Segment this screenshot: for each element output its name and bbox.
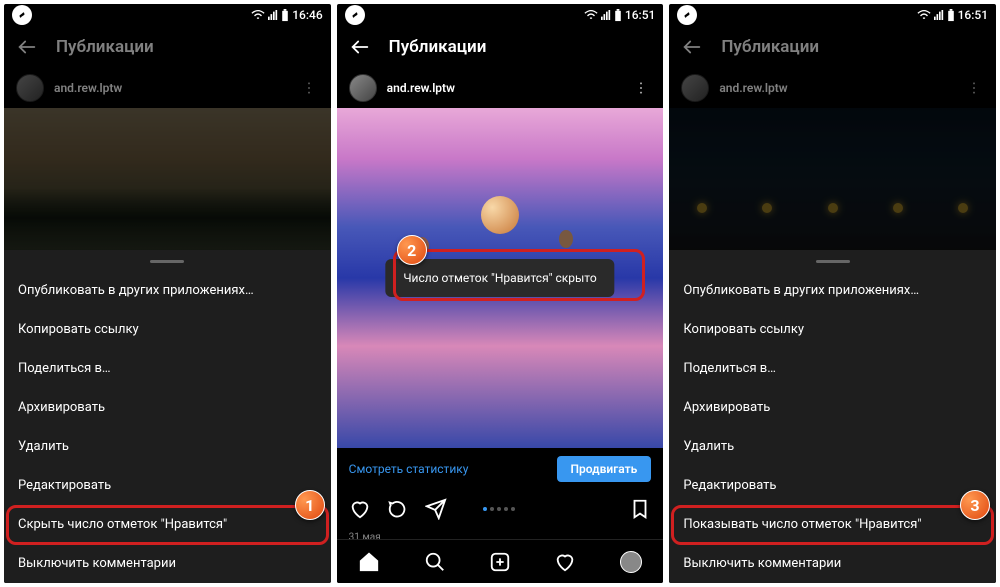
- battery-icon: [281, 9, 289, 22]
- toast-message: Число отметок "Нравится" скрыто: [385, 259, 614, 297]
- menu-copy-link[interactable]: Копировать ссылку: [4, 310, 331, 349]
- badge-3: 3: [960, 490, 990, 520]
- app-header: Публикации: [4, 26, 331, 68]
- page-title: Публикации: [56, 37, 154, 57]
- status-icons: 16:46: [251, 8, 322, 22]
- more-icon[interactable]: [964, 78, 984, 98]
- back-button[interactable]: [349, 36, 371, 58]
- phone-screen-2: 16:51 Публикации and.rew.lptw Число отме…: [337, 4, 664, 583]
- shazam-icon: [345, 5, 365, 25]
- lights-graphic: [669, 168, 996, 248]
- action-row: [337, 490, 664, 528]
- status-time: 16:51: [625, 8, 655, 22]
- wifi-icon: [251, 9, 265, 21]
- heart-icon[interactable]: [349, 498, 371, 520]
- status-bar: 16:51: [669, 4, 996, 26]
- comment-icon[interactable]: [387, 498, 409, 520]
- user-bar: and.rew.lptw: [337, 68, 664, 108]
- menu-disable-comments[interactable]: Выключить комментарии: [669, 544, 996, 583]
- stats-row: Смотреть статистику Продвигать: [337, 448, 664, 490]
- page-title: Публикации: [389, 37, 487, 57]
- menu-publish[interactable]: Опубликовать в других приложениях…: [669, 271, 996, 310]
- signal-icon: [934, 9, 944, 21]
- avatar[interactable]: [16, 74, 44, 102]
- status-time: 16:51: [958, 8, 988, 22]
- bottom-nav: [337, 539, 664, 583]
- signal-icon: [601, 9, 611, 21]
- bookmark-icon[interactable]: [629, 498, 651, 520]
- username[interactable]: and.rew.lptw: [387, 81, 455, 95]
- avatar[interactable]: [681, 74, 709, 102]
- bottom-sheet: Опубликовать в других приложениях… Копир…: [4, 250, 331, 583]
- wifi-icon: [584, 9, 598, 21]
- menu-show-likes[interactable]: Показывать число отметок "Нравится": [669, 505, 996, 544]
- menu-archive[interactable]: Архивировать: [669, 388, 996, 427]
- add-icon[interactable]: [489, 551, 511, 573]
- status-time: 16:46: [292, 8, 322, 22]
- menu-disable-comments[interactable]: Выключить комментарии: [4, 544, 331, 583]
- user-bar: and.rew.lptw: [669, 68, 996, 108]
- sheet-handle[interactable]: [150, 260, 184, 263]
- avatar[interactable]: [349, 74, 377, 102]
- menu-publish[interactable]: Опубликовать в других приложениях…: [4, 271, 331, 310]
- menu-delete[interactable]: Удалить: [669, 427, 996, 466]
- bottom-sheet: Опубликовать в других приложениях… Копир…: [669, 250, 996, 583]
- search-icon[interactable]: [424, 551, 446, 573]
- shazam-icon: [677, 5, 697, 25]
- view-stats-link[interactable]: Смотреть статистику: [349, 462, 469, 476]
- menu-edit[interactable]: Редактировать: [669, 466, 996, 505]
- menu-copy-link[interactable]: Копировать ссылку: [669, 310, 996, 349]
- home-icon[interactable]: [358, 551, 380, 573]
- promote-button[interactable]: Продвигать: [557, 456, 652, 482]
- menu-delete[interactable]: Удалить: [4, 427, 331, 466]
- battery-icon: [614, 9, 622, 22]
- back-button[interactable]: [681, 36, 703, 58]
- activity-icon[interactable]: [554, 551, 576, 573]
- back-button[interactable]: [16, 36, 38, 58]
- phone-screen-1: 16:46 Публикации and.rew.lptw Опубликова…: [4, 4, 331, 583]
- shazam-icon: [12, 5, 32, 25]
- wifi-icon: [917, 9, 931, 21]
- battery-icon: [947, 9, 955, 22]
- signal-icon: [268, 9, 278, 21]
- menu-archive[interactable]: Архивировать: [4, 388, 331, 427]
- balloon-graphic: [559, 230, 573, 248]
- user-bar: and.rew.lptw: [4, 68, 331, 108]
- share-icon[interactable]: [425, 498, 447, 520]
- menu-share[interactable]: Поделиться в…: [669, 349, 996, 388]
- status-bar: 16:46: [4, 4, 331, 26]
- balloon-graphic: [481, 196, 519, 244]
- badge-1: 1: [295, 490, 325, 520]
- username[interactable]: and.rew.lptw: [54, 81, 122, 95]
- app-header: Публикации: [669, 26, 996, 68]
- badge-2: 2: [397, 235, 427, 265]
- phone-screen-3: 16:51 Публикации and.rew.lptw Опубликова…: [669, 4, 996, 583]
- page-title: Публикации: [721, 37, 819, 57]
- status-icons: 16:51: [584, 8, 655, 22]
- more-icon[interactable]: [299, 78, 319, 98]
- menu-share[interactable]: Поделиться в…: [4, 349, 331, 388]
- profile-icon[interactable]: [620, 551, 642, 573]
- username[interactable]: and.rew.lptw: [719, 81, 787, 95]
- sheet-handle[interactable]: [816, 260, 850, 263]
- more-icon[interactable]: [631, 78, 651, 98]
- status-bar: 16:51: [337, 4, 664, 26]
- menu-edit[interactable]: Редактировать: [4, 466, 331, 505]
- carousel-indicator: [483, 507, 515, 511]
- menu-hide-likes[interactable]: Скрыть число отметок "Нравится": [4, 505, 331, 544]
- app-header: Публикации: [337, 26, 664, 68]
- status-icons: 16:51: [917, 8, 988, 22]
